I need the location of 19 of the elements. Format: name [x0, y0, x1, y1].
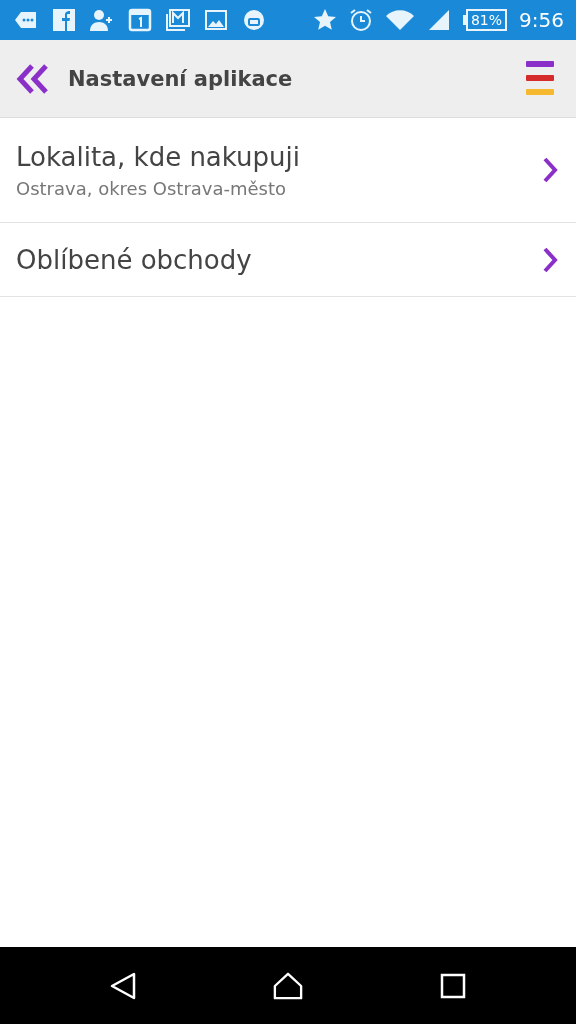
facebook-icon — [52, 8, 76, 32]
wifi-icon — [384, 8, 415, 32]
item-subtitle: Ostrava, okres Ostrava-město — [16, 177, 288, 199]
add-contact-icon — [90, 8, 114, 32]
item-title: Lokalita, kde nakupuji — [16, 141, 301, 172]
star-icon — [312, 8, 337, 32]
image-icon — [204, 8, 228, 32]
chevron-right-icon — [542, 245, 558, 274]
alarm-icon — [348, 8, 373, 32]
clock: 9:56 — [519, 8, 564, 32]
battery-indicator: 81% — [462, 9, 508, 31]
item-title: Oblíbené obchody — [16, 244, 253, 275]
calendar-icon — [128, 8, 152, 32]
chevron-right-icon — [542, 156, 558, 184]
screen-title: Nastavení aplikace — [68, 66, 294, 91]
home-icon[interactable] — [273, 970, 303, 1001]
settings-item[interactable]: Oblíbené obchody — [0, 223, 576, 297]
settings-item[interactable]: Lokalita, kde nakupuji Ostrava, okres Ostrava-město — [0, 118, 576, 223]
mail-icon — [166, 8, 190, 32]
